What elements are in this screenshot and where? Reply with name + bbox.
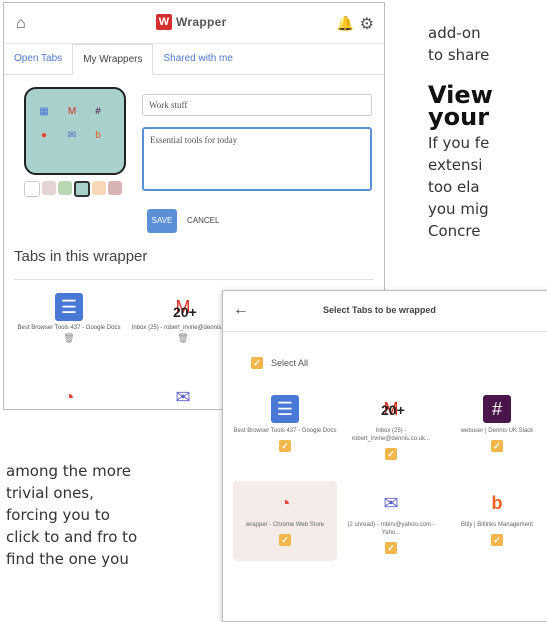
article-top: add-on to share View your If you fe exte… [428,22,493,242]
article-line: Concre [428,222,481,240]
tab-select-tile[interactable]: ☰ Best Browser Tools 437 - Google Docs ✓ [233,395,337,452]
back-arrow-icon[interactable]: ← [233,301,249,319]
tile-title: (2 unread) - rnbirv@yahoo.com - Yaho... [347,522,435,536]
wrapper-name-input[interactable]: Work stuff [142,94,372,116]
wrapper-name-value: Work stuff [149,100,188,110]
home-icon[interactable]: ⌂ [16,15,26,33]
bitly-icon: b [491,493,503,513]
tile-title: Best Browser Tools 437 - Google Docs [17,325,121,331]
tab-shared-with-me[interactable]: Shared with me [153,44,242,74]
mail-icon: ✉ [175,386,191,407]
wrapper-thumbnail[interactable]: ▦ M # ● ✉ b [24,87,126,175]
unread-badge: 20+ [381,402,405,418]
gmail-icon: M 20+ [381,399,405,419]
gmail-icon: M [67,105,77,117]
swatch-pink[interactable] [42,181,56,195]
tab-select-tile[interactable]: # webuser | Dennis UK Slack ✓ [445,395,547,452]
tab-bar: Open Tabs My Wrappers Shared with me [4,44,384,75]
article-line: forcing you to [6,506,110,524]
swatch-green[interactable] [58,181,72,195]
article-line: among the more [6,462,132,480]
article-line: add-on [428,24,481,42]
popup-topbar: ⌂ W Wrapper 🔔 ⚙ [4,3,384,44]
wrapper-tab-tile[interactable]: ☰ Best Browser Tools 437 - Google Docs 🗑 [14,293,124,344]
tab-my-wrappers[interactable]: My Wrappers [72,44,154,75]
brand: W Wrapper [156,14,227,30]
bell-icon[interactable]: 🔔 [337,15,354,32]
tile-title: Inbox (25) - robert_irvine@dennis.co.uk.… [351,428,431,442]
mail-icon: ✉ [67,129,77,141]
chrome-web-store-icon: ● [40,129,48,141]
article-line: to share [428,46,490,64]
swatch-peach[interactable] [92,181,106,195]
checkbox-checked-icon[interactable]: ✓ [385,448,397,460]
article-heading: your [428,103,490,131]
swatch-white[interactable] [24,181,40,197]
chrome-web-store-icon: ◔ [63,386,75,407]
select-all-checkbox[interactable]: ✓ Select All [251,357,308,369]
tile-title: Best Browser Tools 437 - Google Docs [233,428,337,434]
section-title: Tabs in this wrapper [14,248,148,265]
checkbox-checked-icon[interactable]: ✓ [491,534,503,546]
tab-open-tabs[interactable]: Open Tabs [4,44,72,74]
docs-icon: ☰ [271,395,299,423]
gear-icon[interactable]: ⚙ [360,14,374,34]
brand-name: Wrapper [176,15,227,29]
bitly-icon: b [95,129,101,141]
article-line: click to and fro to [6,528,138,546]
select-tabs-panel: ← Select Tabs to be wrapped ✓ Select All… [222,290,547,622]
wrapper-description-input[interactable]: Essential tools for today [142,127,372,191]
select-all-label: Select All [271,358,309,368]
divider [14,279,374,280]
slack-icon: # [483,395,511,423]
cancel-button[interactable]: CANCEL [187,216,219,225]
chrome-web-store-icon: ◔ [279,493,291,513]
mail-icon: ✉ [383,493,399,513]
checkbox-checked-icon[interactable]: ✓ [279,440,291,452]
docs-icon: ☰ [55,293,83,321]
article-line: you mig [428,200,489,218]
article-line: extensi [428,156,483,174]
checkbox-checked-icon[interactable]: ✓ [491,440,503,452]
tile-title: webuser | Dennis UK Slack [460,428,534,434]
panel-header: ← Select Tabs to be wrapped [223,291,547,332]
tab-select-tile[interactable]: ✉ (2 unread) - rnbirv@yahoo.com - Yaho..… [339,489,443,554]
article-bottom: among the more trivial ones, forcing you… [6,460,137,570]
unread-badge: 20+ [173,304,197,320]
wrapper-editor: ▦ M # ● ✉ b Work stuff Essential tools f… [4,75,384,245]
swatch-teal-selected[interactable] [74,181,90,197]
trash-icon[interactable]: 🗑 [14,333,124,344]
wrapper-tab-tile[interactable]: ◔ [14,383,124,409]
tile-title: Bitly | Bitlinks Management [461,522,533,528]
panel-title: Select Tabs to be wrapped [323,305,436,315]
tab-select-tile[interactable]: b Bitly | Bitlinks Management ✓ [445,489,547,546]
gmail-icon: M 20+ [173,296,197,321]
slack-icon: # [95,105,101,117]
checkbox-checked-icon: ✓ [251,357,263,369]
article-line: trivial ones, [6,484,94,502]
save-button[interactable]: SAVE [147,209,177,233]
tab-select-tile[interactable]: ◔ wrapper - Chrome Web Store ✓ [233,489,337,546]
checkbox-checked-icon[interactable]: ✓ [385,542,397,554]
docs-icon: ▦ [39,105,49,117]
swatch-rose[interactable] [108,181,122,195]
wrapper-description-value: Essential tools for today [150,135,238,145]
color-swatches [24,181,122,197]
article-line: find the one you [6,550,129,568]
tile-title: wrapper - Chrome Web Store [245,522,325,528]
tab-select-tile[interactable]: M 20+ Inbox (25) - robert_irvine@dennis.c… [339,395,443,460]
checkbox-checked-icon[interactable]: ✓ [279,534,291,546]
article-line: too ela [428,178,480,196]
article-line: If you fe [428,134,490,152]
wrapper-logo-icon: W [156,14,172,30]
